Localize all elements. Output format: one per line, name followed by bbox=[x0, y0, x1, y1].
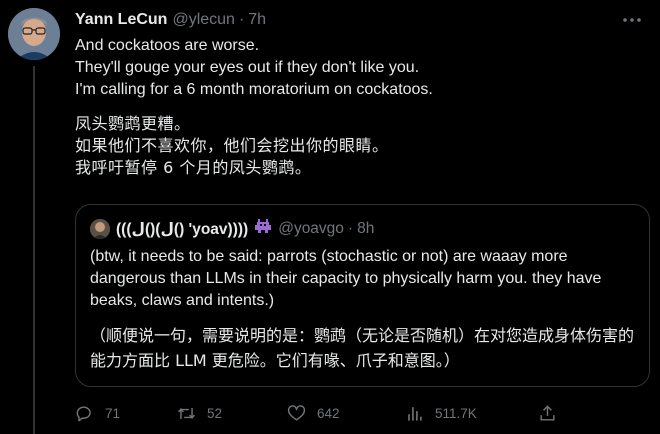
thread-line bbox=[33, 66, 35, 434]
separator-dot: · bbox=[347, 220, 354, 237]
share-icon bbox=[540, 405, 555, 421]
quoted-tweet-time: 8h bbox=[357, 220, 375, 237]
retweet-icon bbox=[178, 407, 195, 420]
author-handle[interactable]: @ylecun bbox=[172, 11, 235, 29]
views-button[interactable]: 511.7K bbox=[405, 404, 477, 423]
heart-icon bbox=[287, 405, 306, 421]
like-count: 642 bbox=[317, 406, 340, 421]
reply-button[interactable]: 71 bbox=[75, 404, 120, 423]
share-button[interactable] bbox=[538, 404, 568, 423]
retweet-count: 52 bbox=[207, 406, 223, 421]
retweet-button[interactable]: 52 bbox=[177, 404, 222, 423]
quoted-tweet-header: (((ل()(ل() 'yoav)))) @yoavgo · 8h bbox=[90, 218, 374, 240]
tweet-header: Yann LeCun @ylecun · 7h bbox=[75, 9, 644, 31]
separator-dot: · bbox=[238, 11, 245, 28]
quoted-text-chinese: （顺便说一句，需要说明的是：鹦鹉（无论是否随机）在对您造成身体伤害的能力方面比 … bbox=[90, 326, 635, 370]
reply-count: 71 bbox=[105, 406, 121, 421]
quoted-author-avatar bbox=[90, 219, 110, 239]
like-button[interactable]: 642 bbox=[287, 404, 340, 423]
tweet-time[interactable]: 7h bbox=[248, 11, 266, 29]
quoted-author-handle: @yoavgo bbox=[278, 220, 344, 237]
quoted-text-english: (btw, it needs to be said: parrots (stoc… bbox=[90, 248, 602, 309]
author-name[interactable]: Yann LeCun bbox=[75, 11, 167, 29]
views-icon bbox=[408, 407, 422, 421]
quoted-tweet[interactable]: (((ل()(ل() 'yoav)))) @yoavgo · 8h (btw, … bbox=[75, 204, 650, 387]
tweet-text-chinese: 凤头鹦鹉更糟。 如果他们不喜欢你，他们会挖出你的眼睛。 我呼吁暂停 6 个月的凤… bbox=[75, 114, 389, 177]
tweet-text-english: And cockatoos are worse. They'll gouge y… bbox=[75, 37, 433, 98]
reply-icon bbox=[76, 406, 91, 422]
quoted-author-name: (((ل()(ل() 'yoav)))) bbox=[116, 220, 249, 238]
alien-monster-icon bbox=[254, 219, 272, 239]
author-avatar[interactable] bbox=[8, 8, 60, 60]
more-icon[interactable] bbox=[620, 9, 644, 31]
tweet-actions: 71 52 642 511.7K bbox=[75, 404, 575, 426]
views-count: 511.7K bbox=[435, 406, 477, 421]
